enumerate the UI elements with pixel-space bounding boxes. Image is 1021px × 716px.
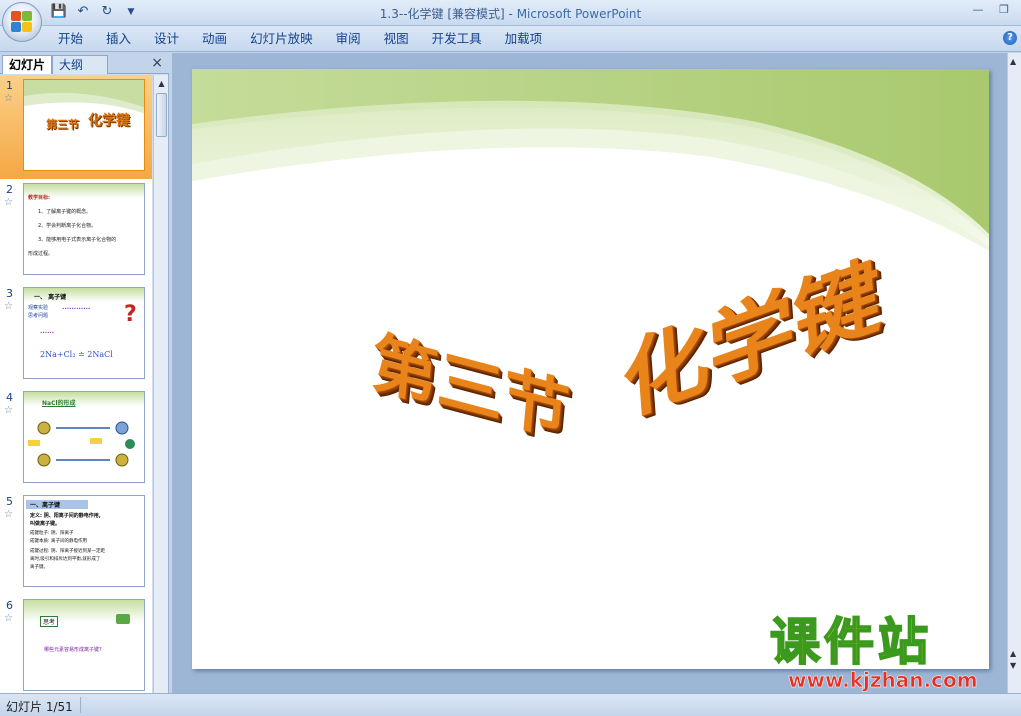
slide-canvas[interactable]: 第三节 化学键 (192, 69, 989, 669)
transition-icon: ☆ (4, 301, 13, 312)
ribbon-tabs: 开始 插入 设计 动画 幻灯片放映 审阅 视图 开发工具 加载项 (58, 31, 565, 47)
transition-icon: ☆ (4, 93, 13, 104)
title-bar: 💾 ↶ ↻ ▼ 1.3--化学键 [兼容模式] - Microsoft Powe… (0, 0, 1021, 42)
thumb-text-block: •••••••••••• (62, 306, 91, 311)
slide-preview: NaCl的形成 (23, 391, 145, 483)
transition-icon: ☆ (4, 509, 13, 520)
window-controls: — ❐ (967, 2, 1015, 18)
slide-thumbnail-1[interactable]: 1 ☆ 第三节 化学键 (0, 75, 152, 179)
thumb-text-note: •••••• (40, 330, 55, 335)
status-bar: 幻灯片 1/51 (0, 693, 1021, 716)
slide-preview: 一、离子键 定义: 阴、阳离子间的静电作用, 叫做离子键。 成键粒子: 阴、阳离… (23, 495, 145, 587)
slide-thumbnail-3[interactable]: 3 ☆ 一、 离子键 观察实验 思考问题 •••••••••••• ? ••••… (0, 283, 152, 387)
slide-number: 3 (6, 287, 13, 300)
app-name: Microsoft PowerPoint (516, 7, 642, 21)
tab-slides[interactable]: 幻灯片 (2, 55, 53, 74)
watermark-url: www.kjzhan.com (788, 668, 978, 692)
slides-pane: 幻灯片 大纲 × 1 ☆ 第三节 化学键 2 ☆ 教学目标: 1、了解离子键的概… (0, 53, 169, 693)
slide-preview: 一、 离子键 观察实验 思考问题 •••••••••••• ? •••••• 2… (23, 287, 145, 379)
slide-thumbnail-5[interactable]: 5 ☆ 一、离子键 定义: 阴、阳离子间的静电作用, 叫做离子键。 成键粒子: … (0, 491, 152, 595)
status-divider (80, 697, 81, 713)
slide-number: 5 (6, 495, 13, 508)
thumb-title-1: 第三节 (46, 118, 79, 131)
transition-icon: ☆ (4, 613, 13, 624)
slide-background-art (192, 69, 989, 251)
thumbnail-scrollbar[interactable]: ▲ (153, 75, 168, 693)
pane-tabs: 幻灯片 大纲 × (0, 53, 169, 74)
tab-animations[interactable]: 动画 (202, 31, 227, 47)
previous-slide-icon[interactable]: ▲ (1010, 649, 1016, 658)
office-logo-icon (11, 11, 33, 33)
slide-preview: 思考 哪些元素容易形成离子键? (23, 599, 145, 691)
restore-icon[interactable]: ❐ (993, 2, 1015, 18)
slide-thumbnail-6[interactable]: 6 ☆ 思考 哪些元素容易形成离子键? (0, 595, 152, 693)
scrollbar-thumb[interactable] (156, 93, 167, 137)
slide-preview: 教学目标: 1、了解离子键的概念。 2、学会判断离子化合物。 3、能够用电子式表… (23, 183, 145, 275)
minimize-icon[interactable]: — (967, 2, 989, 18)
scroll-up-icon[interactable]: ▲ (1010, 57, 1016, 66)
tab-home[interactable]: 开始 (58, 31, 83, 47)
slide-number: 6 (6, 599, 13, 612)
watermark-logo: 课件站 www.kjzhan.com (769, 613, 1010, 692)
slide-number: 2 (6, 183, 13, 196)
tab-outline[interactable]: 大纲 (52, 55, 108, 74)
tab-design[interactable]: 设计 (154, 31, 179, 47)
window-title: 1.3--化学键 [兼容模式] - Microsoft PowerPoint (379, 7, 642, 21)
scroll-up-icon[interactable]: ▲ (155, 77, 168, 90)
main-scrollbar[interactable]: ▲ ▲ ▼ (1007, 53, 1021, 693)
tab-developer[interactable]: 开发工具 (432, 31, 482, 47)
tab-slideshow[interactable]: 幻灯片放映 (250, 31, 313, 47)
office-button[interactable] (2, 2, 42, 42)
tab-addins[interactable]: 加载项 (505, 31, 543, 47)
book-icon (116, 614, 130, 624)
tab-insert[interactable]: 插入 (106, 31, 131, 47)
tab-review[interactable]: 审阅 (336, 31, 361, 47)
watermark-title: 课件站 (769, 613, 932, 671)
transition-icon: ☆ (4, 405, 13, 416)
thumb-title-2: 化学键 (88, 113, 130, 129)
transition-icon: ☆ (4, 197, 13, 208)
slide-number: 1 (6, 79, 13, 92)
help-icon[interactable]: ? (1003, 31, 1017, 45)
document-name: 1.3--化学键 [兼容模式] (379, 7, 505, 21)
slide-preview: 第三节 化学键 (23, 79, 145, 171)
next-slide-icon[interactable]: ▼ (1010, 661, 1016, 670)
slide-counter: 幻灯片 1/51 (6, 700, 73, 714)
slide-thumbnail-4[interactable]: 4 ☆ NaCl的形成 (0, 387, 152, 491)
slide-editor: 第三节 化学键 (172, 53, 1007, 693)
slide-number: 4 (6, 391, 13, 404)
close-icon[interactable]: × (151, 55, 163, 71)
tab-view[interactable]: 视图 (384, 31, 409, 47)
ion-formation-diagram (28, 421, 135, 467)
slide-thumbnail-2[interactable]: 2 ☆ 教学目标: 1、了解离子键的概念。 2、学会判断离子化合物。 3、能够用… (0, 179, 152, 283)
ribbon: 开始 插入 设计 动画 幻灯片放映 审阅 视图 开发工具 加载项 ? (0, 26, 1021, 52)
thumbnail-list: 1 ☆ 第三节 化学键 2 ☆ 教学目标: 1、了解离子键的概念。 2、学会判断… (0, 75, 152, 693)
question-mark-icon: ? (124, 302, 137, 327)
